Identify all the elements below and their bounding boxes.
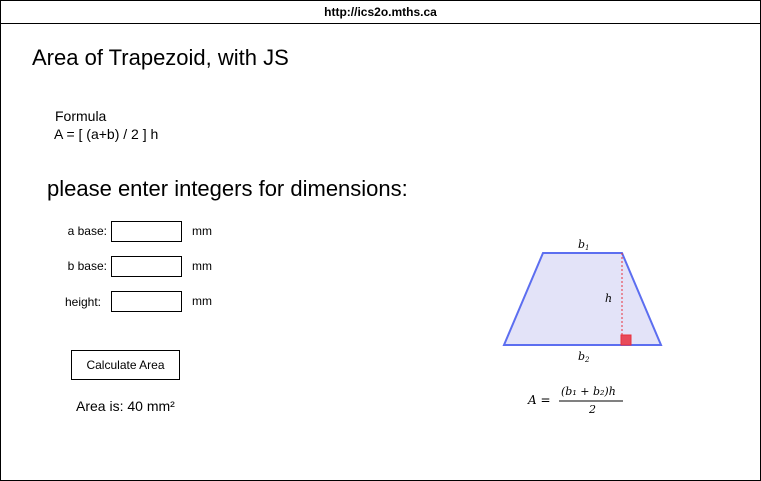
- height-input[interactable]: [111, 291, 182, 312]
- right-angle-marker: [620, 334, 632, 346]
- calculate-area-button[interactable]: Calculate Area: [71, 350, 180, 380]
- b-base-unit: mm: [192, 259, 212, 273]
- b-base-input[interactable]: [111, 256, 182, 277]
- formula-text: A = [ (a+b) / 2 ] h: [54, 126, 159, 142]
- browser-window: http://ics2o.mths.ca Area of Trapezoid, …: [0, 0, 761, 481]
- page-title: Area of Trapezoid, with JS: [32, 45, 289, 70]
- a-base-unit: mm: [192, 224, 212, 238]
- bottom-base-label: b2: [578, 350, 590, 364]
- formula-label: Formula: [55, 108, 107, 124]
- area-result: Area is: 40 mm²: [76, 398, 175, 414]
- area-formula-image: A = (b₁ + b₂)h 2: [527, 385, 623, 416]
- instructions-heading: please enter integers for dimensions:: [47, 176, 408, 201]
- height-unit: mm: [192, 294, 212, 308]
- area-formula-denominator: 2: [588, 403, 596, 416]
- b-base-label: b base:: [67, 259, 107, 273]
- area-formula-lhs: A =: [527, 393, 551, 407]
- height-symbol: h: [605, 292, 612, 305]
- a-base-label: a base:: [67, 224, 107, 238]
- trapezoid-diagram: b1 h b2: [502, 238, 663, 364]
- trapezoid-shape: [502, 252, 663, 346]
- area-formula-numerator: (b₁ + b₂)h: [561, 385, 616, 398]
- a-base-input[interactable]: [111, 221, 182, 242]
- address-bar[interactable]: http://ics2o.mths.ca: [1, 1, 760, 24]
- height-label: height:: [64, 295, 101, 309]
- top-base-label: b1: [578, 238, 590, 252]
